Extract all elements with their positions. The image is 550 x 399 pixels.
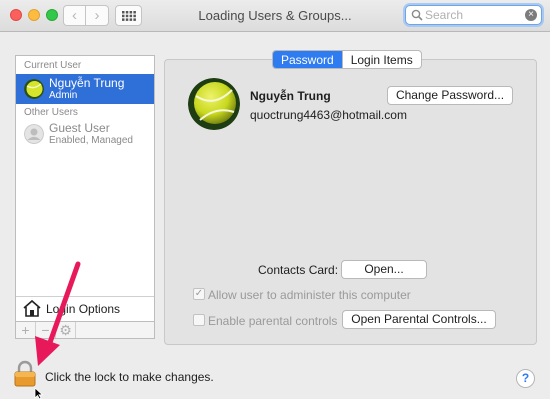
forward-button[interactable]: › [86, 5, 109, 26]
login-options-item[interactable]: Login Options [16, 296, 154, 319]
sidebar-item-guest-user[interactable]: Guest User Enabled, Managed [16, 119, 154, 149]
user-silhouette-icon [24, 124, 44, 144]
user-name: Nguyễn Trung [49, 76, 125, 90]
lock-icon[interactable] [13, 360, 37, 388]
parental-controls-label: Enable parental controls [208, 314, 338, 328]
minimize-window-button[interactable] [28, 9, 40, 21]
tab-password[interactable]: Password [273, 51, 342, 68]
user-role: Admin [49, 90, 78, 101]
user-status: Enabled, Managed [49, 135, 133, 146]
other-users-heading: Other Users [24, 107, 78, 118]
zoom-window-button[interactable] [46, 9, 58, 21]
search-field[interactable]: × [405, 5, 542, 25]
allow-admin-label: Allow user to administer this computer [208, 288, 411, 302]
house-icon [23, 299, 41, 317]
open-parental-controls-button[interactable]: Open Parental Controls... [342, 310, 496, 329]
parental-controls-checkbox[interactable] [193, 314, 205, 326]
grid-icon [121, 10, 136, 21]
open-contacts-button[interactable]: Open... [341, 260, 427, 279]
close-window-button[interactable] [10, 9, 22, 21]
gear-icon[interactable]: ⚙ [56, 322, 76, 338]
change-password-button[interactable]: Change Password... [387, 86, 513, 105]
current-user-heading: Current User [24, 60, 82, 71]
window-title: Loading Users & Groups... [198, 8, 352, 23]
allow-admin-checkbox[interactable]: ✓ [193, 288, 205, 300]
avatar [24, 79, 44, 99]
login-options-label: Login Options [46, 302, 121, 316]
contacts-card-label: Contacts Card: [258, 263, 339, 277]
search-icon [411, 9, 423, 21]
user-name: Guest User [49, 121, 110, 135]
sidebar-toolbar: + − ⚙ [15, 321, 155, 339]
chevron-right-icon: › [94, 7, 100, 24]
tab-bar: Password Login Items [272, 50, 422, 69]
lock-message: Click the lock to make changes. [45, 370, 214, 384]
title-bar: ‹ › Loading Users & Groups... × [0, 0, 550, 32]
help-button[interactable]: ? [516, 369, 535, 388]
chevron-left-icon: ‹ [72, 7, 77, 24]
minus-icon[interactable]: − [36, 322, 56, 338]
plus-icon[interactable]: + [16, 322, 36, 338]
clear-search-icon[interactable]: × [525, 9, 537, 21]
back-button[interactable]: ‹ [63, 5, 86, 26]
account-email: quoctrung4463@hotmail.com [250, 108, 407, 122]
mouse-cursor [34, 388, 44, 399]
users-sidebar: Current User Nguyễn Trung Admin Other Us… [15, 55, 155, 322]
full-name: Nguyễn Trung [250, 89, 331, 103]
search-input[interactable] [425, 7, 525, 23]
sidebar-item-current-user[interactable]: Nguyễn Trung Admin [16, 74, 154, 104]
tab-login-items[interactable]: Login Items [341, 51, 421, 68]
show-all-button[interactable] [115, 5, 142, 26]
user-picture[interactable] [188, 78, 240, 130]
